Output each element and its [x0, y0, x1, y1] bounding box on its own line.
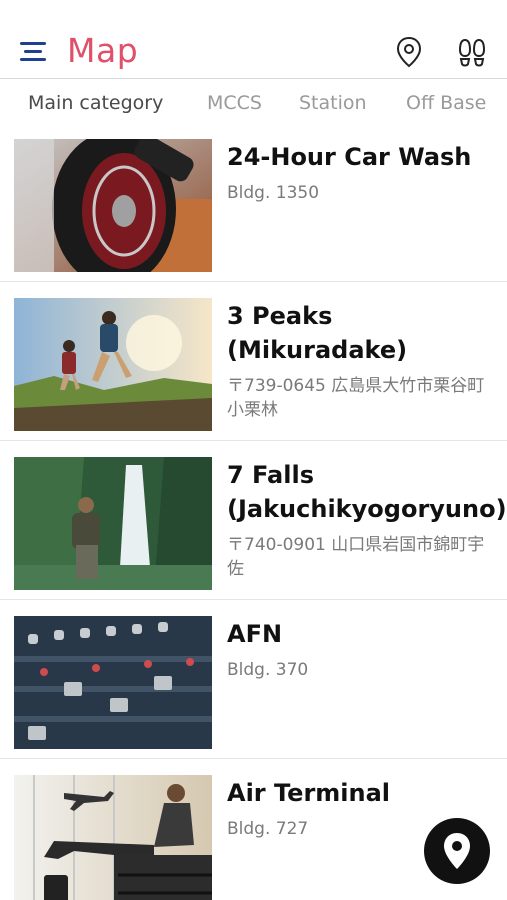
tab-station[interactable]: Station [299, 92, 367, 114]
place-name: 7 Falls (Jakuchikyogoryuno) [227, 461, 507, 523]
menu-icon[interactable] [20, 40, 48, 64]
location-pin-icon [444, 833, 470, 869]
airport-terminal-photo [14, 775, 212, 900]
location-pin-icon[interactable] [395, 36, 427, 68]
list-item[interactable]: 24-Hour Car Wash Bldg. 1350 [0, 124, 507, 282]
page-title: Map [67, 31, 139, 70]
place-name: 3 Peaks (Mikuradake) [227, 302, 408, 364]
tab-main-category[interactable]: Main category [28, 92, 163, 114]
category-tabs: Main category MCCS Station Off Base [0, 80, 507, 124]
place-address: Bldg. 370 [227, 660, 309, 680]
place-address: Bldg. 1350 [227, 183, 320, 203]
list-item[interactable]: 3 Peaks (Mikuradake) 〒739-0645 広島県大竹市栗谷町… [0, 283, 507, 441]
list-item[interactable]: AFN Bldg. 370 [0, 601, 507, 759]
map-view-button[interactable] [424, 818, 490, 884]
tab-off-base[interactable]: Off Base [406, 92, 486, 114]
footsteps-icon[interactable] [456, 36, 488, 68]
place-name: Air Terminal [227, 779, 391, 807]
place-name: 24-Hour Car Wash [227, 143, 472, 171]
app-header: Map [0, 0, 507, 79]
place-name: AFN [227, 620, 283, 648]
place-address: 〒740-0901 山口県岩国市錦町宇佐 [227, 535, 485, 579]
place-address: 〒739-0645 広島県大竹市栗谷町小栗林 [227, 376, 485, 420]
hikers-photo [14, 298, 212, 431]
list-item[interactable]: 7 Falls (Jakuchikyogoryuno) 〒740-0901 山口… [0, 442, 507, 600]
car-wheel-wash-photo [14, 139, 212, 272]
mixing-console-photo [14, 616, 212, 749]
waterfall-photo [14, 457, 212, 590]
tab-mccs[interactable]: MCCS [207, 92, 262, 114]
